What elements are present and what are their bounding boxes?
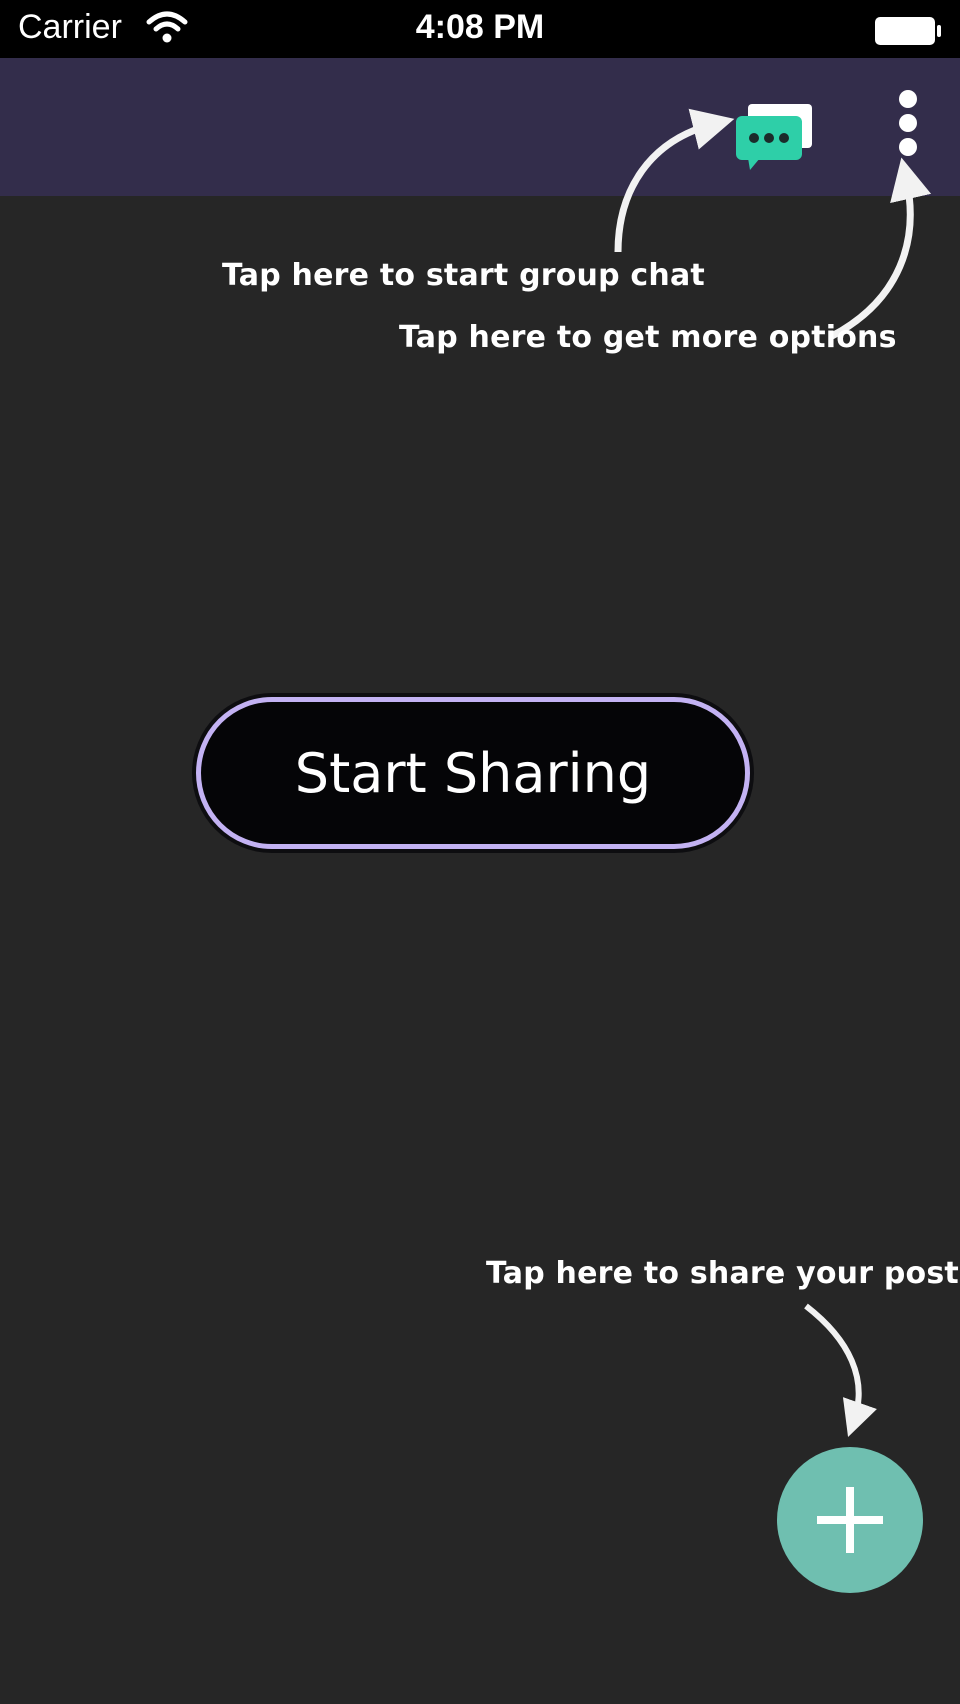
group-chat-hint: Tap here to start group chat xyxy=(222,258,705,293)
more-vertical-icon xyxy=(888,90,928,156)
add-post-button[interactable] xyxy=(777,1447,923,1593)
group-chat-button[interactable] xyxy=(730,100,818,174)
chat-bubbles-icon xyxy=(736,104,812,170)
start-sharing-button[interactable]: Start Sharing xyxy=(196,697,750,849)
share-posts-arrow xyxy=(804,1303,877,1437)
app-screen: Carrier 4:08 PM Tap here to start group … xyxy=(0,0,960,1704)
status-bar: Carrier 4:08 PM xyxy=(0,0,960,58)
battery-icon xyxy=(875,17,941,45)
more-options-arrow xyxy=(830,157,932,340)
more-options-hint: Tap here to get more options xyxy=(399,320,897,355)
more-options-button[interactable] xyxy=(888,90,928,160)
status-time: 4:08 PM xyxy=(415,8,545,46)
start-sharing-label: Start Sharing xyxy=(294,741,652,805)
share-posts-hint: Tap here to share your posts xyxy=(486,1256,960,1291)
plus-icon xyxy=(817,1487,883,1553)
